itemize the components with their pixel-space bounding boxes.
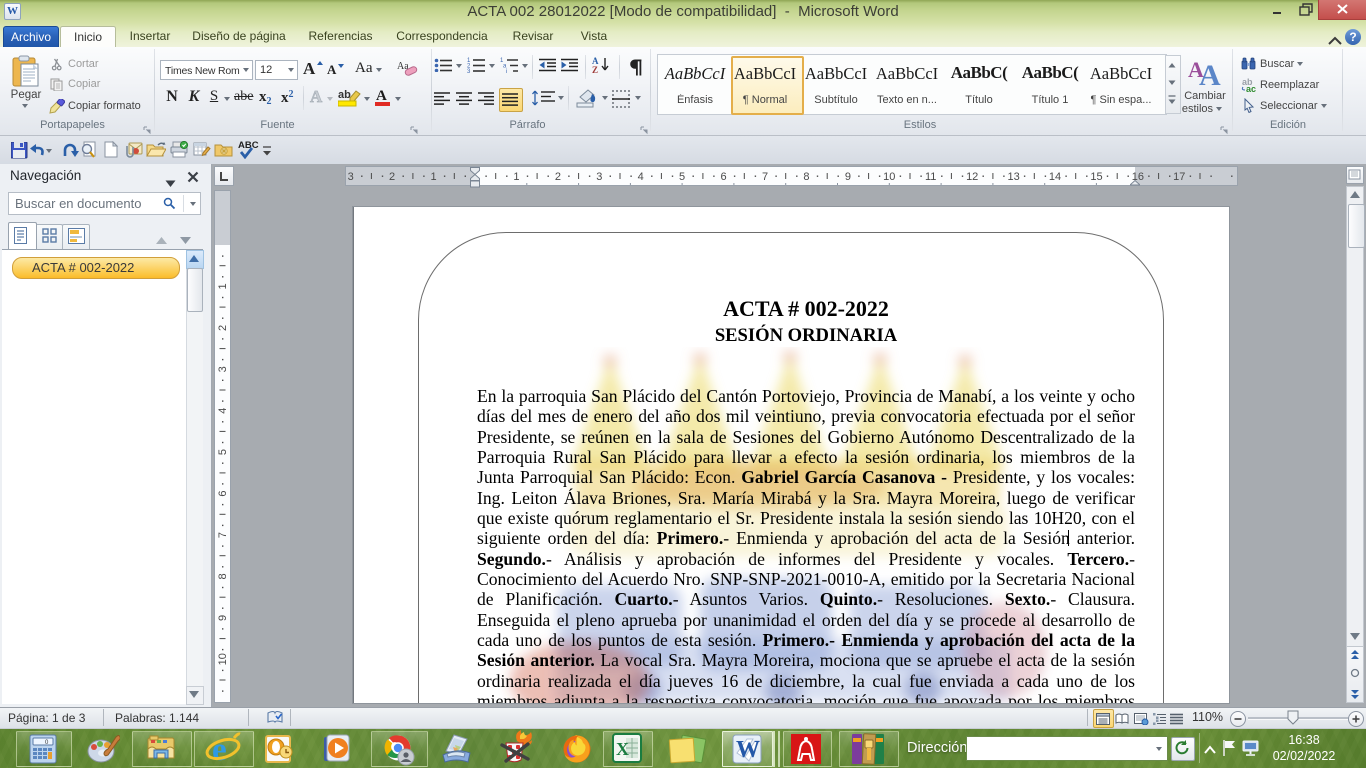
svg-text:14: 14 — [1049, 171, 1061, 183]
svg-text:8: 8 — [217, 573, 229, 579]
svg-text:X: X — [616, 739, 629, 759]
svg-text:10: 10 — [883, 171, 895, 183]
svg-text:13: 13 — [1007, 171, 1019, 183]
svg-text:10: 10 — [217, 653, 229, 665]
svg-text:8: 8 — [803, 171, 809, 183]
svg-text:5: 5 — [217, 449, 229, 455]
svg-text:3: 3 — [467, 69, 471, 73]
svg-text:7: 7 — [217, 532, 229, 538]
svg-text:4: 4 — [638, 171, 644, 183]
svg-text:9: 9 — [845, 171, 851, 183]
svg-text:1: 1 — [513, 171, 519, 183]
svg-text:A: A — [376, 88, 387, 104]
svg-text:ac: ac — [1246, 84, 1256, 93]
svg-text:A: A — [1199, 59, 1221, 87]
svg-text:6: 6 — [217, 491, 229, 497]
svg-text:3: 3 — [596, 171, 602, 183]
svg-text:11: 11 — [925, 171, 936, 183]
svg-text:W: W — [736, 737, 760, 763]
svg-text:15: 15 — [1090, 171, 1102, 183]
svg-text:5: 5 — [679, 171, 685, 183]
svg-text:12: 12 — [966, 171, 978, 183]
svg-text:e: e — [212, 732, 227, 768]
svg-text:3: 3 — [348, 171, 354, 183]
svg-text:2: 2 — [389, 171, 395, 183]
svg-text:1: 1 — [217, 283, 229, 289]
svg-text:i: i — [506, 69, 507, 73]
svg-text:ABC: ABC — [238, 140, 259, 151]
svg-text:3: 3 — [217, 366, 229, 372]
svg-text:6: 6 — [721, 171, 727, 183]
svg-text:2: 2 — [555, 171, 561, 183]
svg-text:2: 2 — [217, 325, 229, 331]
svg-text:1: 1 — [431, 171, 437, 183]
svg-text:7: 7 — [762, 171, 768, 183]
svg-text:ab: ab — [338, 89, 351, 101]
svg-text:4: 4 — [217, 408, 229, 414]
svg-text:9: 9 — [217, 615, 229, 621]
svg-text:Z: Z — [592, 65, 598, 74]
svg-text:17: 17 — [1173, 171, 1185, 183]
